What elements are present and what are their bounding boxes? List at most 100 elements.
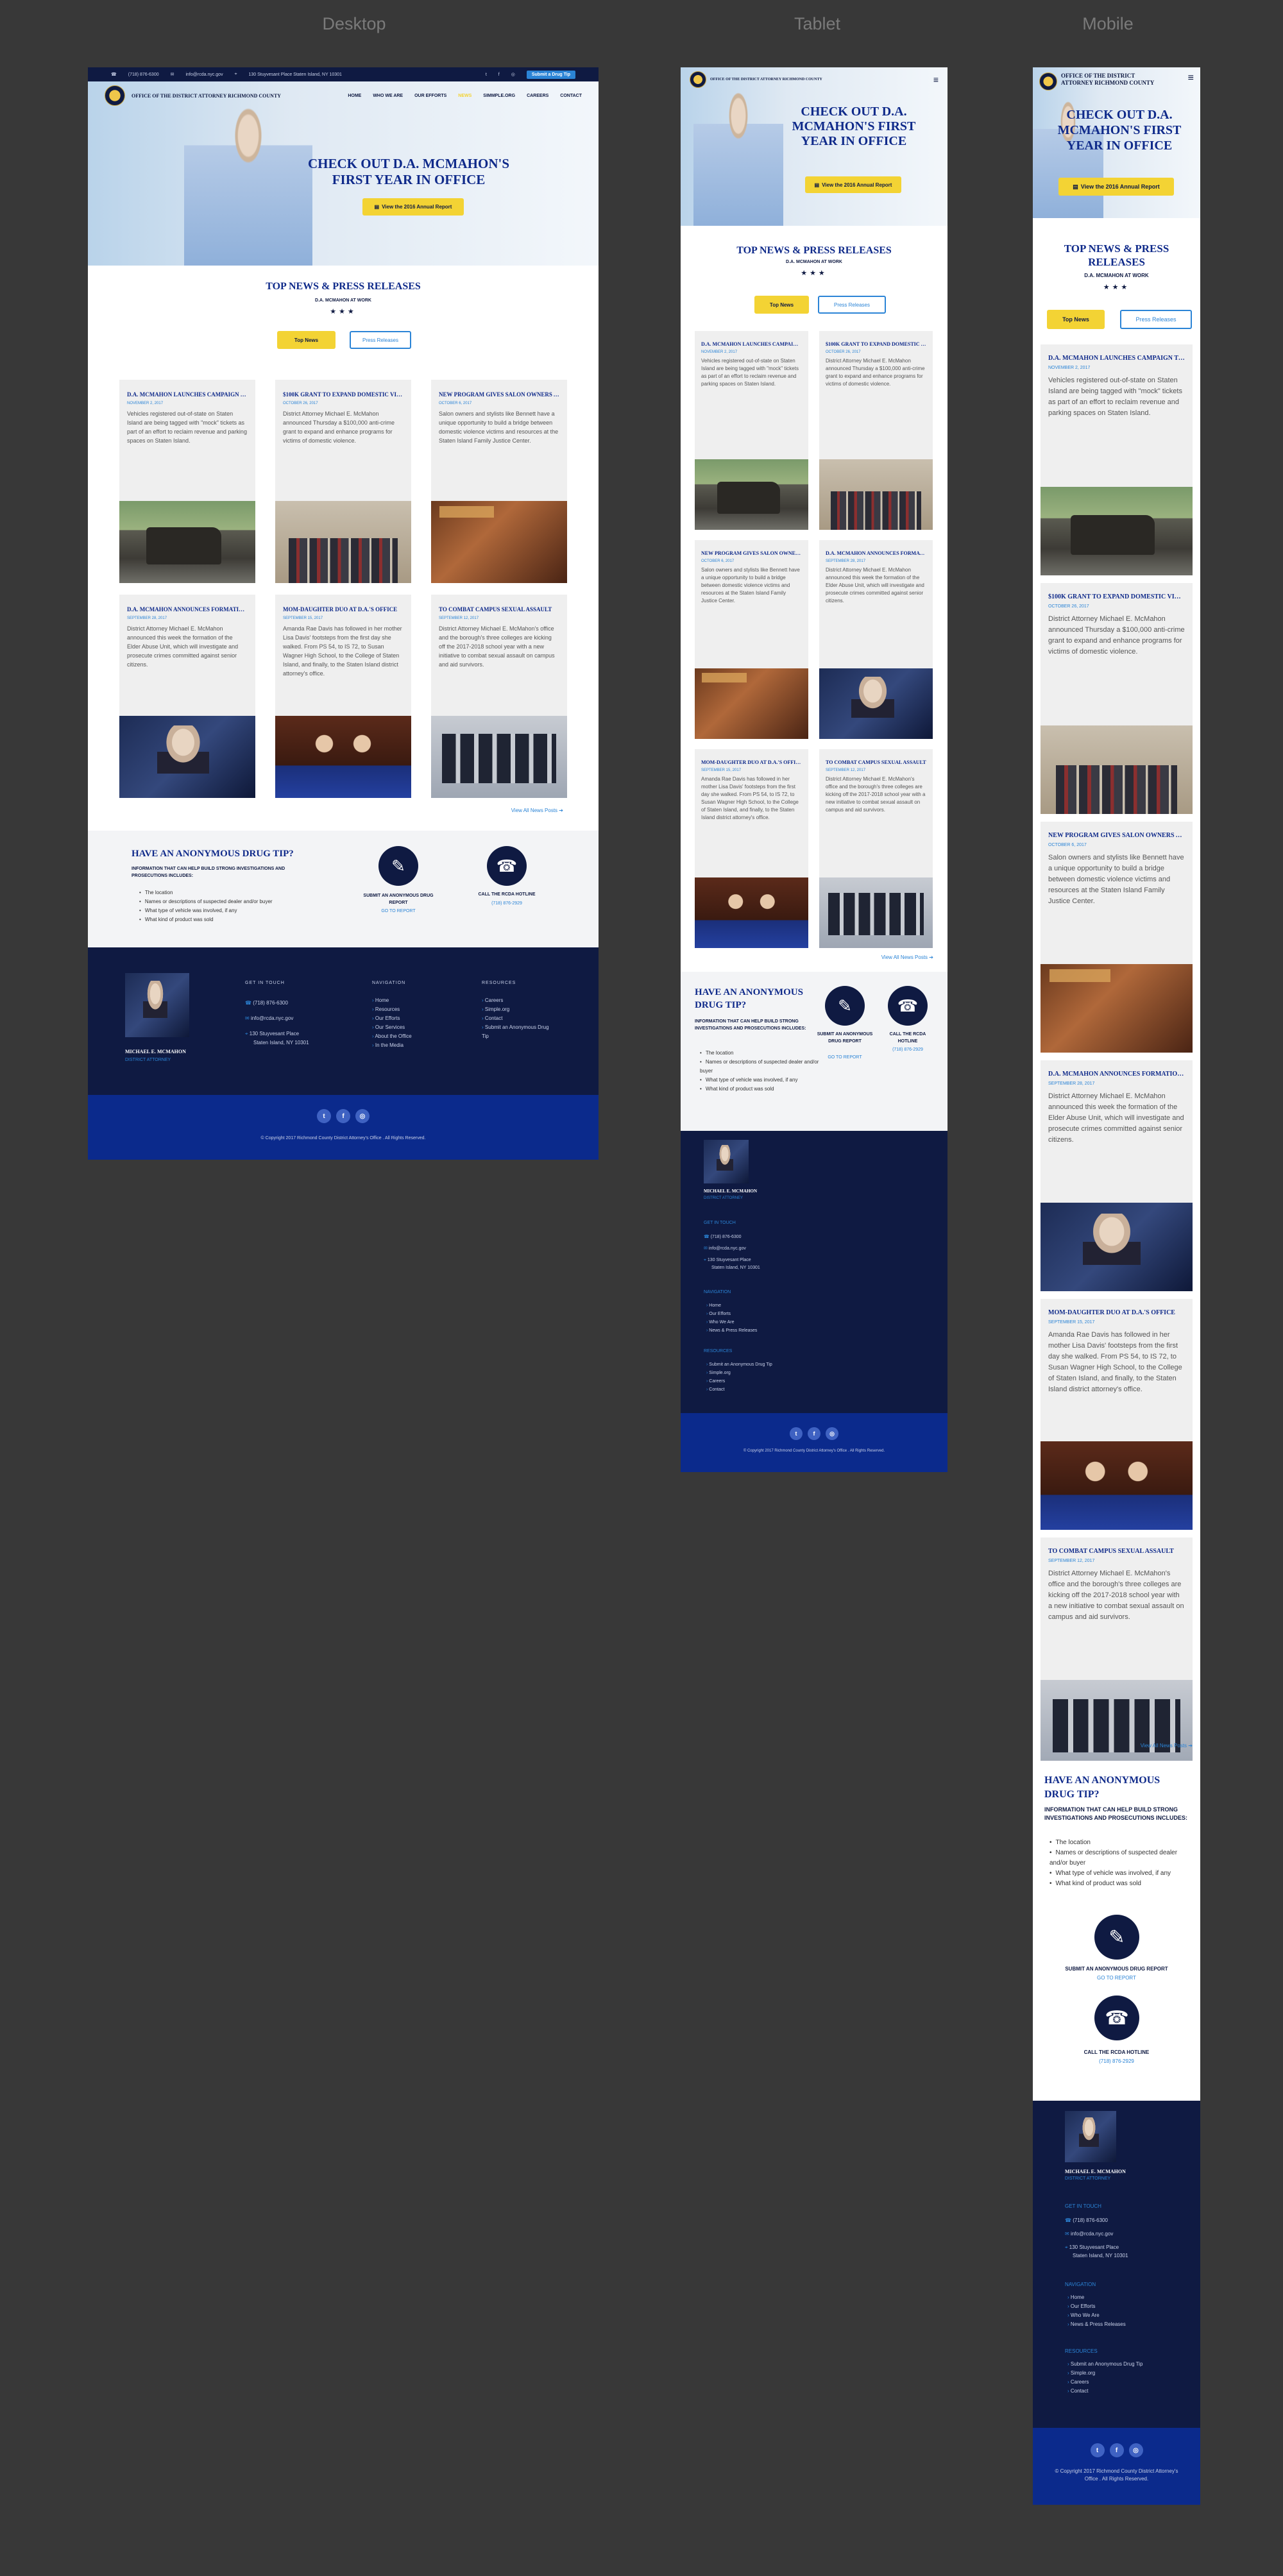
footer-nav-link[interactable]: › Our Efforts — [372, 1014, 412, 1023]
seal-logo[interactable] — [690, 71, 706, 88]
news-card[interactable]: TO COMBAT CAMPUS SEXUAL ASSAULT SEPTEMBE… — [1041, 1538, 1193, 1768]
news-card-photo[interactable] — [819, 877, 933, 948]
news-card-title[interactable]: D.A. MCMAHON LAUNCHES CAMPAIGN TO STOP F… — [701, 341, 802, 347]
go-to-report-link[interactable]: GO TO REPORT — [1033, 1975, 1200, 1981]
news-card-photo[interactable] — [695, 877, 808, 948]
news-card-photo[interactable] — [1041, 725, 1193, 814]
topbar-email[interactable]: info@rcda.nyc.gov — [185, 72, 223, 77]
footer-nav-link[interactable]: › News & Press Releases — [706, 1326, 757, 1335]
nav-item[interactable]: OUR EFFORTS — [414, 94, 446, 98]
phone-icon[interactable]: ☎ — [1094, 1996, 1139, 2040]
footer-phone[interactable]: (718) 876-6300 — [711, 1235, 742, 1239]
footer-res-link[interactable]: › Contact — [482, 1014, 552, 1023]
annual-report-button[interactable]: ▤ View the 2016 Annual Report — [362, 198, 464, 216]
news-card-title[interactable]: D.A. MCMAHON LAUNCHES CAMPAIGN TO STOP F… — [1048, 355, 1185, 362]
news-card[interactable]: MOM-DAUGHTER DUO AT D.A.'S OFFICE SEPTEM… — [695, 749, 808, 948]
footer-res-link[interactable]: › Simple.org — [1067, 2369, 1143, 2378]
news-card-photo[interactable] — [119, 716, 255, 798]
nav-item[interactable]: CAREERS — [527, 94, 548, 98]
footer-res-link[interactable]: › Submit an Anonymous Drug Tip — [1067, 2360, 1143, 2369]
news-card-title[interactable]: TO COMBAT CAMPUS SEXUAL ASSAULT — [826, 759, 926, 765]
tab-top-news[interactable]: Top News — [1047, 310, 1105, 329]
news-card-title[interactable]: NEW PROGRAM GIVES SALON OWNERS A ROLE — [1048, 832, 1185, 839]
footer-nav-link[interactable]: › Home — [372, 996, 412, 1005]
news-card[interactable]: TO COMBAT CAMPUS SEXUAL ASSAULT SEPTEMBE… — [431, 595, 567, 798]
news-card-photo[interactable] — [431, 716, 567, 798]
news-card-title[interactable]: D.A. MCMAHON ANNOUNCES FORMATION OF ELDE… — [127, 606, 248, 613]
footer-nav-link[interactable]: › Who We Are — [706, 1318, 757, 1326]
news-card-title[interactable]: MOM-DAUGHTER DUO AT D.A.'S OFFICE — [283, 606, 404, 613]
brand-name[interactable]: OFFICE OF THE DISTRICT ATTORNEY RICHMOND… — [132, 93, 281, 99]
annual-report-button[interactable]: ▤ View the 2016 Annual Report — [805, 176, 901, 193]
twitter-icon[interactable]: t — [317, 1109, 331, 1123]
news-card[interactable]: MOM-DAUGHTER DUO AT D.A.'S OFFICE SEPTEM… — [275, 595, 411, 798]
hotline-number[interactable]: (718) 876-2929 — [466, 901, 548, 906]
phone-icon[interactable]: ☎ — [487, 846, 527, 886]
footer-email[interactable]: info@rcda.nyc.gov — [251, 1015, 293, 1021]
instagram-icon[interactable]: ◎ — [1128, 2443, 1143, 2457]
news-card-title[interactable]: MOM-DAUGHTER DUO AT D.A.'S OFFICE — [1048, 1309, 1185, 1316]
news-card[interactable]: D.A. MCMAHON LAUNCHES CAMPAIGN TO STOP F… — [119, 380, 255, 583]
footer-res-link[interactable]: › Careers — [1067, 2378, 1143, 2387]
hamburger-menu-icon[interactable]: ≡ — [933, 74, 939, 85]
report-document-icon[interactable]: ✎ — [378, 846, 418, 886]
nav-item-active[interactable]: NEWS — [458, 94, 472, 98]
news-card-photo[interactable] — [695, 459, 808, 530]
twitter-icon[interactable]: t — [486, 72, 487, 77]
hamburger-menu-icon[interactable]: ≡ — [1188, 72, 1194, 84]
news-card[interactable]: MOM-DAUGHTER DUO AT D.A.'S OFFICE SEPTEM… — [1041, 1299, 1193, 1530]
news-card[interactable]: $100K GRANT TO EXPAND DOMESTIC VIOLENCE … — [275, 380, 411, 583]
seal-logo[interactable] — [105, 85, 125, 106]
news-card[interactable]: D.A. MCMAHON LAUNCHES CAMPAIGN TO STOP F… — [695, 331, 808, 530]
news-card[interactable]: NEW PROGRAM GIVES SALON OWNERS A ROLE OC… — [431, 380, 567, 583]
news-card[interactable]: D.A. MCMAHON LAUNCHES CAMPAIGN TO STOP F… — [1041, 344, 1193, 575]
footer-phone[interactable]: (718) 876-6300 — [253, 1000, 288, 1006]
tab-top-news[interactable]: Top News — [277, 331, 336, 349]
news-card-title[interactable]: NEW PROGRAM GIVES SALON OWNERS A ROLE — [439, 391, 559, 398]
news-card-photo[interactable] — [275, 716, 411, 798]
seal-logo[interactable] — [1039, 72, 1057, 90]
footer-nav-link[interactable]: › Home — [1067, 2293, 1126, 2302]
news-card-photo[interactable] — [119, 501, 255, 583]
go-to-report-link[interactable]: GO TO REPORT — [357, 909, 439, 913]
tab-press-releases[interactable]: Press Releases — [818, 296, 886, 314]
footer-nav-link[interactable]: › Our Services — [372, 1023, 412, 1032]
news-card-photo[interactable] — [431, 501, 567, 583]
news-card[interactable]: NEW PROGRAM GIVES SALON OWNERS A ROLE OC… — [1041, 822, 1193, 1053]
hotline-number[interactable]: (718) 876-2929 — [879, 1047, 936, 1052]
news-card-photo[interactable] — [819, 459, 933, 530]
facebook-icon[interactable]: f — [336, 1109, 350, 1123]
facebook-icon[interactable]: f — [498, 72, 500, 77]
news-card-title[interactable]: TO COMBAT CAMPUS SEXUAL ASSAULT — [1048, 1548, 1185, 1555]
topbar-phone[interactable]: (718) 876-6300 — [128, 72, 159, 77]
footer-res-link[interactable]: › Careers — [706, 1377, 772, 1385]
news-card-title[interactable]: $100K GRANT TO EXPAND DOMESTIC VIOLENCE … — [1048, 593, 1185, 600]
tab-press-releases[interactable]: Press Releases — [350, 331, 411, 349]
hotline-number[interactable]: (718) 876-2929 — [1033, 2058, 1200, 2064]
news-card-photo[interactable] — [1041, 1441, 1193, 1530]
view-all-news-link[interactable]: View All News Posts ➔ — [511, 808, 563, 813]
facebook-icon[interactable]: f — [808, 1427, 820, 1440]
news-card[interactable]: $100K GRANT TO EXPAND DOMESTIC VIOLENCE … — [819, 331, 933, 530]
instagram-icon[interactable]: ◎ — [826, 1427, 838, 1440]
facebook-icon[interactable]: f — [1109, 2443, 1124, 2457]
news-card-title[interactable]: $100K GRANT TO EXPAND DOMESTIC VIOLENCE … — [283, 391, 404, 398]
twitter-icon[interactable]: t — [1090, 2443, 1105, 2457]
news-card-photo[interactable] — [1041, 1203, 1193, 1291]
report-document-icon[interactable]: ✎ — [1094, 1915, 1139, 1960]
go-to-report-link[interactable]: GO TO REPORT — [815, 1055, 874, 1060]
news-card[interactable]: D.A. MCMAHON ANNOUNCES FORMATION OF ELDE… — [119, 595, 255, 798]
tab-top-news[interactable]: Top News — [754, 296, 809, 314]
footer-nav-link[interactable]: › About the Office — [372, 1032, 412, 1041]
news-card-photo[interactable] — [1041, 964, 1193, 1053]
news-card[interactable]: NEW PROGRAM GIVES SALON OWNERS A ROLE OC… — [695, 540, 808, 739]
nav-item[interactable]: HOME — [348, 94, 361, 98]
news-card-title[interactable]: D.A. MCMAHON LAUNCHES CAMPAIGN TO STOP F… — [127, 391, 248, 398]
news-card-title[interactable]: NEW PROGRAM GIVES SALON OWNERS A ROLE — [701, 550, 802, 556]
news-card-photo[interactable] — [819, 668, 933, 739]
news-card-photo[interactable] — [1041, 487, 1193, 575]
news-card[interactable]: $100K GRANT TO EXPAND DOMESTIC VIOLENCE … — [1041, 583, 1193, 814]
footer-nav-link[interactable]: › In the Media — [372, 1041, 412, 1050]
footer-res-link[interactable]: › Simple.org — [706, 1369, 772, 1377]
footer-res-link[interactable]: › Careers — [482, 996, 552, 1005]
